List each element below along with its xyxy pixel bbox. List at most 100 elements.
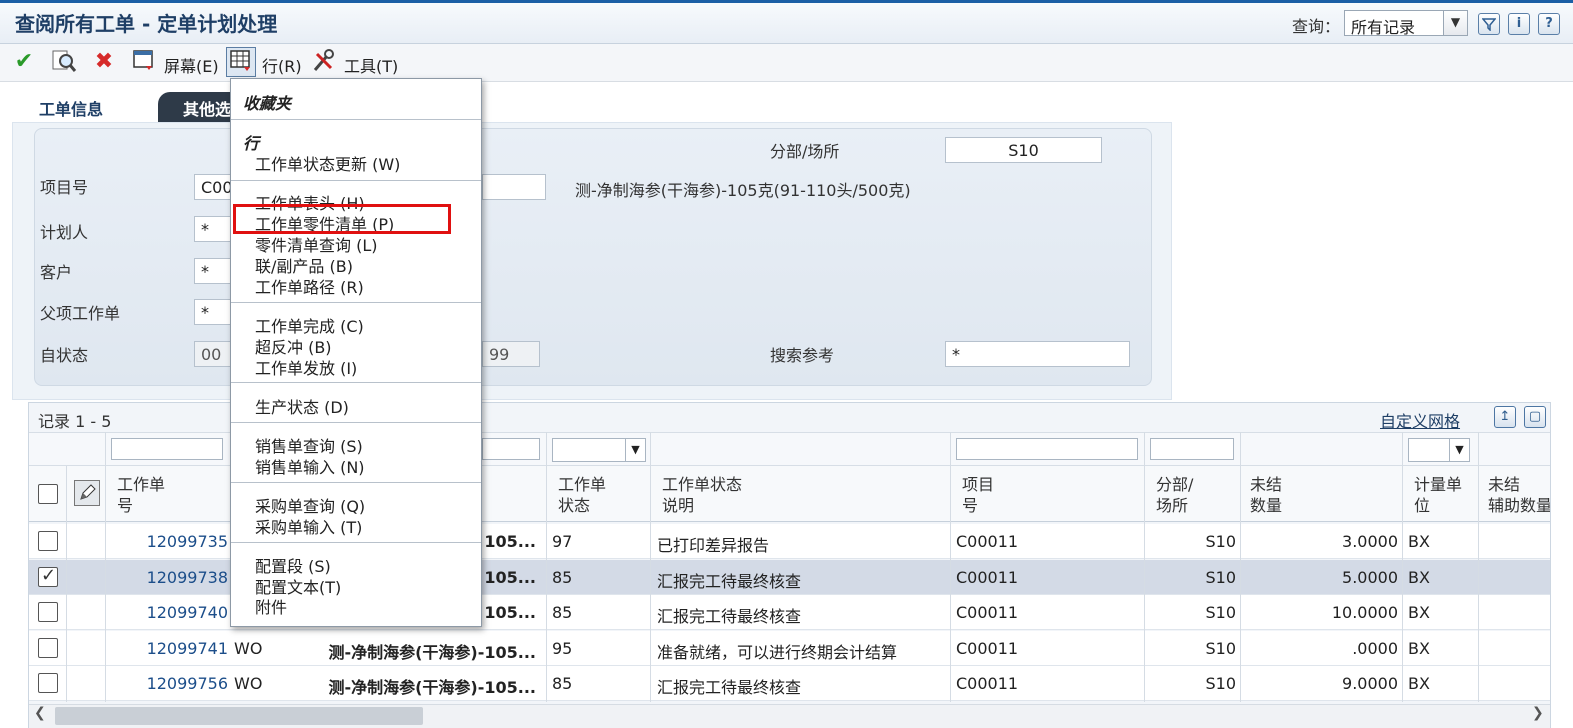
menu-separator <box>231 482 481 483</box>
screen-menu[interactable]: 屏幕(E) <box>164 53 219 77</box>
wo-type-cell: WO <box>234 639 263 658</box>
item-input-tail[interactable] <box>482 174 546 200</box>
status-to-input: 99 <box>482 341 540 367</box>
wo-status-desc-cell: 汇报完工待最终核查 <box>657 678 802 697</box>
menu-favorites[interactable]: 收藏夹 <box>243 90 291 114</box>
filter-icon[interactable] <box>1478 13 1500 35</box>
row-checkbox[interactable] <box>38 531 58 551</box>
query-select[interactable]: 所有记录 ▼ <box>1344 10 1468 37</box>
uom-cell: BX <box>1408 568 1430 587</box>
menu-item[interactable]: 工作单路径 (R) <box>255 274 364 298</box>
maximize-icon[interactable]: ▢ <box>1524 406 1546 428</box>
menu-item[interactable]: 工作单发放 (I) <box>255 355 357 379</box>
select-all-checkbox[interactable] <box>38 484 58 504</box>
chevron-down-icon: ▼ <box>625 439 645 461</box>
wo-number-link[interactable]: 12099741 <box>110 639 228 658</box>
checkmark-icon[interactable]: ✔ <box>10 48 38 76</box>
col-wo-no[interactable]: 工作单号 <box>117 474 165 516</box>
scrollbar-thumb[interactable] <box>55 707 423 725</box>
item-number-cell: C00011 <box>956 674 1019 693</box>
info-icon[interactable]: i <box>1508 13 1530 35</box>
tools-icon[interactable] <box>310 48 338 76</box>
menu-item[interactable]: 工作单状态更新 (W) <box>255 151 400 175</box>
item-number-cell: C00011 <box>956 532 1019 551</box>
chevron-down-icon: ▼ <box>1443 11 1467 35</box>
query-select-value: 所有记录 <box>1351 18 1416 37</box>
tools-menu[interactable]: 工具(T) <box>344 53 398 77</box>
col-divider <box>1478 432 1479 702</box>
customer-label: 客户 <box>40 263 73 282</box>
chevron-right-icon[interactable]: ❯ <box>1532 705 1544 721</box>
menu-item[interactable]: 销售单输入 (N) <box>255 454 365 478</box>
wo-number-link[interactable]: 12099756 <box>110 674 228 693</box>
branch-cell: S10 <box>1205 639 1236 658</box>
filter-item-no[interactable] <box>956 438 1138 460</box>
tab-label: 其他选 <box>183 100 232 119</box>
edit-row-icon[interactable] <box>74 480 100 506</box>
row-checkbox[interactable] <box>38 565 58 587</box>
search-ref-input[interactable]: * <box>945 341 1130 367</box>
filter-uom[interactable]: ▼ <box>1408 438 1470 462</box>
row-icon[interactable] <box>226 47 256 77</box>
help-icon[interactable]: ? <box>1538 13 1560 35</box>
menu-separator <box>231 119 481 120</box>
wo-status-desc-cell: 汇报完工待最终核查 <box>657 572 802 591</box>
wo-status-desc-cell: 已打印差异报告 <box>657 536 770 555</box>
wo-description-cell: 测-净制海参(干海参)-105... <box>328 643 536 662</box>
wo-status-cell: 85 <box>552 674 573 693</box>
row-checkbox[interactable] <box>38 673 58 693</box>
uom-cell: BX <box>1408 674 1430 693</box>
item-number-cell: C00011 <box>956 639 1019 658</box>
chevron-left-icon[interactable]: ❮ <box>34 705 46 721</box>
screen-icon[interactable] <box>130 48 158 76</box>
branch-cell: S10 <box>1205 532 1236 551</box>
customer-input[interactable]: * <box>194 258 234 284</box>
custom-grid-link[interactable]: 自定义网格 <box>1380 408 1460 432</box>
wo-status-cell: 85 <box>552 568 573 587</box>
wo-number-link[interactable]: 12099738 <box>110 568 228 587</box>
wo-number-link[interactable]: 12099740 <box>110 603 228 622</box>
open-qty-cell: 9.0000 <box>1342 674 1398 693</box>
wo-status-cell: 95 <box>552 639 573 658</box>
col-uom[interactable]: 计量单位 <box>1414 474 1462 516</box>
col-divider <box>650 432 651 702</box>
col-open-qty[interactable]: 未结 数量 <box>1250 474 1282 516</box>
open-qty-cell: 10.0000 <box>1331 603 1398 622</box>
col-item-no[interactable]: 项目号 <box>962 474 994 516</box>
filter-wo-status[interactable]: ▼ <box>552 438 646 462</box>
menu-item[interactable]: 附件 <box>255 594 287 618</box>
col-wo-status[interactable]: 工作单 状态 <box>558 474 606 516</box>
col-divider <box>1144 432 1145 702</box>
filter-desc[interactable] <box>482 438 540 460</box>
wo-number-link[interactable]: 12099735 <box>110 532 228 551</box>
branch-input[interactable]: S10 <box>945 137 1102 163</box>
close-icon[interactable]: ✖ <box>90 48 118 76</box>
menu-separator <box>231 302 481 303</box>
filter-branch[interactable] <box>1150 438 1234 460</box>
menu-item[interactable]: 生产状态 (D) <box>255 394 349 418</box>
planner-input[interactable]: * <box>194 216 234 242</box>
open-qty-cell: 5.0000 <box>1342 568 1398 587</box>
branch-cell: S10 <box>1205 674 1236 693</box>
export-icon[interactable]: ↥ <box>1494 406 1516 428</box>
item-number-cell: C00011 <box>956 603 1019 622</box>
col-branch[interactable]: 分部/场所 <box>1156 474 1193 516</box>
filter-wo-no[interactable] <box>111 438 223 460</box>
branch-label: 分部/场所 <box>770 142 840 161</box>
parent-wo-input[interactable]: * <box>194 299 234 325</box>
col-divider <box>66 466 67 702</box>
row-checkbox[interactable] <box>38 602 58 622</box>
col-wo-status-desc[interactable]: 工作单状态 说明 <box>662 474 742 516</box>
highlight-box <box>233 204 451 234</box>
row-checkbox[interactable] <box>38 638 58 658</box>
tab-work-order-info[interactable]: 工单信息 <box>12 90 172 122</box>
tab-label: 工单信息 <box>39 100 104 119</box>
row-menu[interactable]: 行(R) <box>262 53 302 77</box>
item-input[interactable]: C00 <box>194 174 234 200</box>
search-icon[interactable] <box>50 48 78 76</box>
item-number-cell: C00011 <box>956 568 1019 587</box>
menu-separator <box>231 542 481 543</box>
menu-item[interactable]: 采购单输入 (T) <box>255 514 362 538</box>
col-open-sec-qty[interactable]: 未结 辅助数量 <box>1488 474 1550 516</box>
uom-cell: BX <box>1408 603 1430 622</box>
